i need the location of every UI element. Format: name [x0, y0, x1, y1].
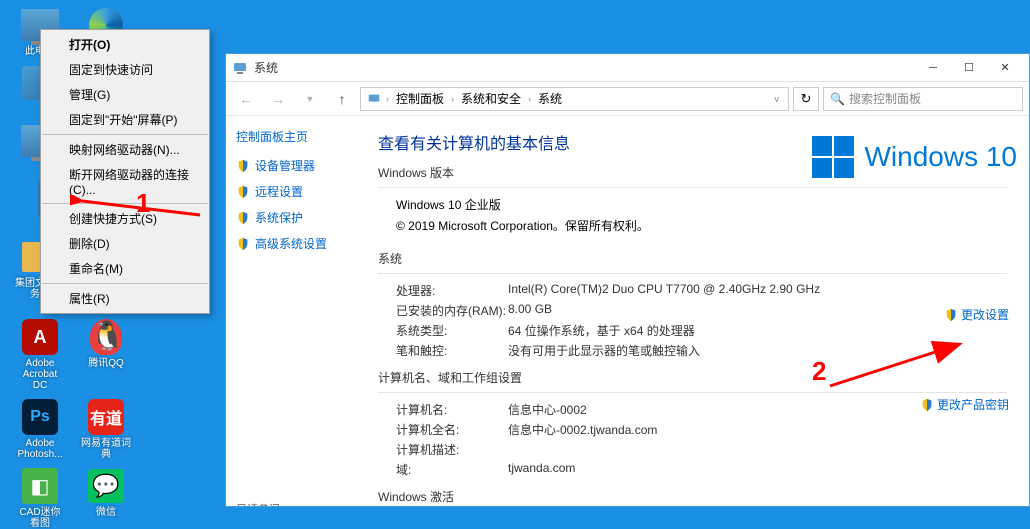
- shield-icon: [236, 211, 250, 225]
- info-row: 计算机全名:信息中心-0002.tjwanda.com: [396, 421, 1007, 438]
- info-row: 计算机描述:: [396, 441, 1007, 458]
- change-product-key-link[interactable]: 更改产品密钥: [920, 396, 1009, 413]
- menu-item[interactable]: 属性(R): [41, 286, 209, 311]
- section-computer-name: 计算机名、域和工作组设置: [378, 369, 1007, 386]
- titlebar[interactable]: 系统 ─ ☐ ✕: [226, 54, 1029, 82]
- qq-icon: [86, 317, 126, 357]
- menu-item[interactable]: 固定到快速访问: [41, 57, 209, 82]
- breadcrumb-seg[interactable]: 系统和安全: [459, 90, 523, 107]
- cad-icon: ◧: [20, 466, 60, 506]
- yd-icon: 有道: [86, 397, 126, 437]
- info-row: 已安装的内存(RAM):8.00 GB: [396, 302, 1007, 319]
- see-also-title: 另请参阅: [236, 501, 346, 506]
- separator: [42, 203, 208, 204]
- icon-label: Adobe Acrobat DC: [15, 358, 65, 391]
- window-title: 系统: [254, 59, 915, 76]
- shield-icon: [920, 398, 934, 412]
- nav-link[interactable]: 系统保护: [236, 209, 346, 226]
- windows-logo: Windows 10: [812, 136, 1017, 178]
- context-menu: 打开(O)固定到快速访问管理(G)固定到"开始"屏幕(P) 映射网络驱动器(N).…: [40, 29, 210, 314]
- menu-item[interactable]: 删除(D): [41, 231, 209, 256]
- info-row: 笔和触控:没有可用于此显示器的笔或触控输入: [396, 342, 1007, 359]
- info-row: 域:tjwanda.com: [396, 461, 1007, 478]
- desktop-icon[interactable]: ◧CAD迷你看图: [15, 466, 65, 529]
- nav-link[interactable]: 高级系统设置: [236, 235, 346, 252]
- cpl-home-link[interactable]: 控制面板主页: [236, 128, 346, 145]
- back-button[interactable]: ←: [232, 86, 260, 112]
- desktop-icon[interactable]: AAdobe Acrobat DC: [15, 317, 65, 391]
- section-system: 系统: [378, 250, 1007, 267]
- info-row: 处理器:Intel(R) Core(TM)2 Duo CPU T7700 @ 2…: [396, 282, 1007, 299]
- menu-item[interactable]: 重命名(M): [41, 256, 209, 281]
- menu-item[interactable]: 创建快捷方式(S): [41, 206, 209, 231]
- content-area: 查看有关计算机的基本信息 Windows 版本 Windows 10 企业版 ©…: [356, 116, 1029, 506]
- menu-item[interactable]: 打开(O): [41, 32, 209, 57]
- pdf-icon: A: [20, 317, 60, 357]
- refresh-button[interactable]: ↻: [793, 87, 819, 111]
- system-icon: [232, 60, 248, 76]
- window-body: 控制面板主页 设备管理器远程设置系统保护高级系统设置 另请参阅 安全和维护 查看…: [226, 116, 1029, 506]
- info-row: 计算机名:信息中心-0002: [396, 401, 1007, 418]
- nav-link[interactable]: 设备管理器: [236, 157, 346, 174]
- history-dropdown[interactable]: ▼: [296, 86, 324, 112]
- menu-item[interactable]: 映射网络驱动器(N)...: [41, 137, 209, 162]
- forward-button[interactable]: →: [264, 86, 292, 112]
- minimize-button[interactable]: ─: [915, 56, 951, 80]
- system-icon: [367, 92, 381, 106]
- separator: [42, 283, 208, 284]
- shield-icon: [944, 308, 958, 322]
- ps-icon: Ps: [20, 397, 60, 437]
- shield-icon: [236, 159, 250, 173]
- section-activation: Windows 激活: [378, 488, 1007, 505]
- system-window: 系统 ─ ☐ ✕ ← → ▼ ↑ › 控制面板 › 系统和安全 › 系统 v ↻…: [225, 53, 1030, 507]
- shield-icon: [236, 237, 250, 251]
- desktop-icon[interactable]: 💬微信: [81, 466, 131, 529]
- dropdown-icon[interactable]: v: [772, 94, 783, 104]
- icon-label: 腾讯QQ: [88, 358, 124, 369]
- wx-icon: 💬: [86, 466, 126, 506]
- menu-item[interactable]: 管理(G): [41, 82, 209, 107]
- desktop-icon[interactable]: 腾讯QQ: [81, 317, 131, 391]
- copyright: © 2019 Microsoft Corporation。保留所有权利。: [396, 217, 1007, 234]
- breadcrumb-seg[interactable]: 系统: [536, 90, 564, 107]
- icon-label: Adobe Photosh...: [15, 438, 65, 460]
- info-row: 系统类型:64 位操作系统，基于 x64 的处理器: [396, 322, 1007, 339]
- maximize-button[interactable]: ☐: [951, 56, 987, 80]
- windows-logo-text: Windows 10: [864, 141, 1017, 173]
- menu-item[interactable]: 固定到"开始"屏幕(P): [41, 107, 209, 132]
- change-settings-link[interactable]: 更改设置: [944, 306, 1009, 323]
- desktop-icon[interactable]: 有道网易有道词典: [81, 397, 131, 460]
- menu-item[interactable]: 断开网络驱动器的连接(C)...: [41, 162, 209, 201]
- address-bar[interactable]: › 控制面板 › 系统和安全 › 系统 v: [360, 87, 789, 111]
- up-button[interactable]: ↑: [328, 86, 356, 112]
- side-nav: 控制面板主页 设备管理器远程设置系统保护高级系统设置 另请参阅 安全和维护: [226, 116, 356, 506]
- close-button[interactable]: ✕: [987, 56, 1023, 80]
- windows-edition: Windows 10 企业版: [396, 196, 1007, 213]
- search-icon: 🔍: [830, 92, 845, 106]
- nav-link[interactable]: 远程设置: [236, 183, 346, 200]
- search-input[interactable]: 🔍 搜索控制面板: [823, 87, 1023, 111]
- separator: [42, 134, 208, 135]
- icon-label: 网易有道词典: [81, 438, 131, 460]
- icon-label: 微信: [96, 507, 116, 518]
- desktop-icon[interactable]: PsAdobe Photosh...: [15, 397, 65, 460]
- toolbar: ← → ▼ ↑ › 控制面板 › 系统和安全 › 系统 v ↻ 🔍 搜索控制面板: [226, 82, 1029, 116]
- breadcrumb-seg[interactable]: 控制面板: [394, 90, 446, 107]
- search-placeholder: 搜索控制面板: [849, 90, 921, 107]
- shield-icon: [236, 185, 250, 199]
- icon-label: CAD迷你看图: [15, 507, 65, 529]
